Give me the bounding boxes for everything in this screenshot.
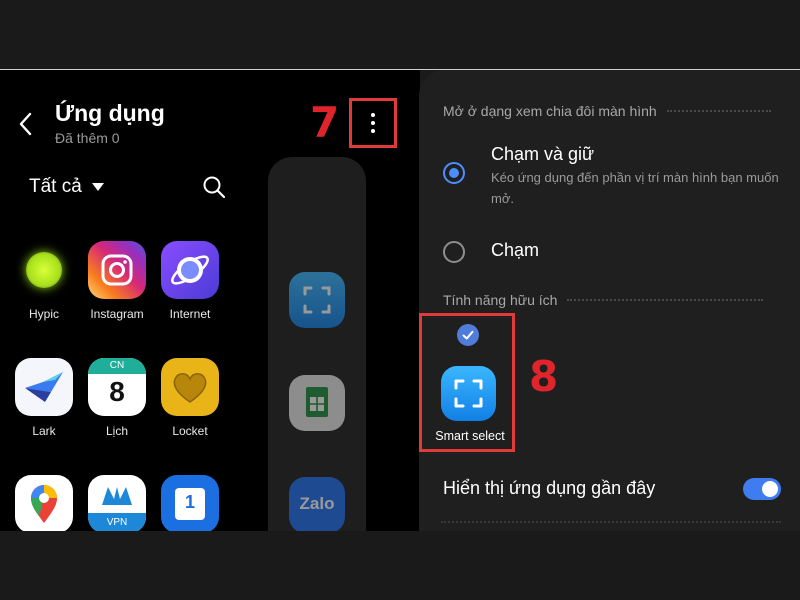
- hypic-icon: [15, 241, 73, 299]
- filter-dropdown[interactable]: Tất cả: [29, 176, 104, 198]
- app-label: Lịch: [105, 424, 128, 438]
- vpn-badge-text: VPN: [106, 517, 128, 528]
- calendar-icon: CN 8: [88, 358, 146, 416]
- filter-label: Tất cả: [29, 176, 82, 197]
- step-number-8: 8: [529, 352, 559, 401]
- divider-dots: [666, 110, 771, 112]
- app-lark[interactable]: Lark: [7, 358, 81, 438]
- calendar-day: CN: [109, 360, 125, 371]
- smart-select-icon: [441, 366, 496, 421]
- option-tap-title[interactable]: Chạm: [491, 240, 539, 261]
- check-icon: [457, 324, 479, 346]
- smart-select-label: Smart select: [435, 429, 505, 443]
- instagram-icon: [88, 241, 146, 299]
- maps-icon: [15, 475, 73, 531]
- app-hypic[interactable]: Hypic: [7, 241, 81, 321]
- caret-down-icon: [91, 183, 104, 191]
- app-label: Hypic: [28, 307, 59, 321]
- apps-screen: Ứng dụng Đã thêm 0 7 Tất cả Hypic Instag…: [0, 70, 420, 531]
- app-dual-sim[interactable]: 1: [153, 475, 227, 531]
- recent-apps-panel: Zalo: [268, 157, 366, 531]
- recent-sheets[interactable]: [289, 375, 345, 431]
- smart-select-feature[interactable]: Smart select: [419, 313, 515, 452]
- app-label: Locket: [172, 424, 208, 438]
- recent-smart-select[interactable]: [289, 272, 345, 328]
- app-label: Internet: [169, 307, 211, 321]
- top-band: [0, 0, 800, 69]
- section-title: Mở ở dạng xem chia đôi màn hình: [443, 103, 657, 119]
- app-vpn[interactable]: VPN: [80, 475, 154, 531]
- app-maps[interactable]: [7, 475, 81, 531]
- back-button[interactable]: [14, 110, 38, 138]
- sheets-icon: [306, 387, 328, 417]
- recent-apps-toggle[interactable]: [743, 478, 781, 500]
- chevron-left-icon: [19, 112, 32, 136]
- page-subtitle: Đã thêm 0: [55, 130, 120, 146]
- bottom-band: [0, 531, 800, 600]
- recent-zalo[interactable]: Zalo: [289, 477, 345, 531]
- app-label: Instagram: [90, 307, 144, 321]
- internet-icon: [161, 241, 219, 299]
- option-hold-title[interactable]: Chạm và giữ: [491, 144, 594, 165]
- app-label: Lark: [32, 424, 56, 438]
- search-button[interactable]: [201, 174, 227, 200]
- app-calendar[interactable]: CN 8 Lịch: [80, 358, 154, 438]
- calendar-date: 8: [109, 376, 125, 407]
- app-locket[interactable]: Locket: [153, 358, 227, 438]
- more-options-button[interactable]: [349, 98, 397, 148]
- screenshot-stage: Ứng dụng Đã thêm 0 7 Tất cả Hypic Instag…: [0, 0, 800, 600]
- section-title: Tính năng hữu ích: [443, 292, 558, 308]
- sim-badge-text: 1: [184, 492, 195, 512]
- divider-dots: [567, 299, 764, 301]
- app-internet[interactable]: Internet: [153, 241, 227, 321]
- app-instagram[interactable]: Instagram: [80, 241, 154, 321]
- option-hold-desc: Kéo ứng dụng đến phần vị trí màn hình bạ…: [491, 170, 779, 206]
- smart-select-icon: [303, 286, 331, 314]
- step-number-7: 7: [310, 98, 340, 147]
- lark-icon: [15, 358, 73, 416]
- dual-sim-icon: 1: [161, 475, 219, 531]
- recent-apps-toggle-label: Hiển thị ứng dụng gần đây: [443, 478, 656, 498]
- page-title: Ứng dụng: [55, 100, 165, 126]
- more-vertical-icon: [371, 113, 375, 133]
- section-header-split-view: Mở ở dạng xem chia đôi màn hình: [443, 103, 771, 119]
- radio-tap[interactable]: [443, 241, 465, 263]
- settings-panel: Mở ở dạng xem chia đôi màn hình Chạm và …: [419, 70, 800, 531]
- vpn-icon: VPN: [88, 475, 146, 531]
- divider-dots: [441, 521, 781, 523]
- zalo-icon: Zalo: [299, 494, 335, 513]
- search-icon: [203, 176, 226, 199]
- radio-hold[interactable]: [443, 162, 465, 184]
- locket-icon: [161, 358, 219, 416]
- section-header-useful: Tính năng hữu ích: [443, 292, 764, 308]
